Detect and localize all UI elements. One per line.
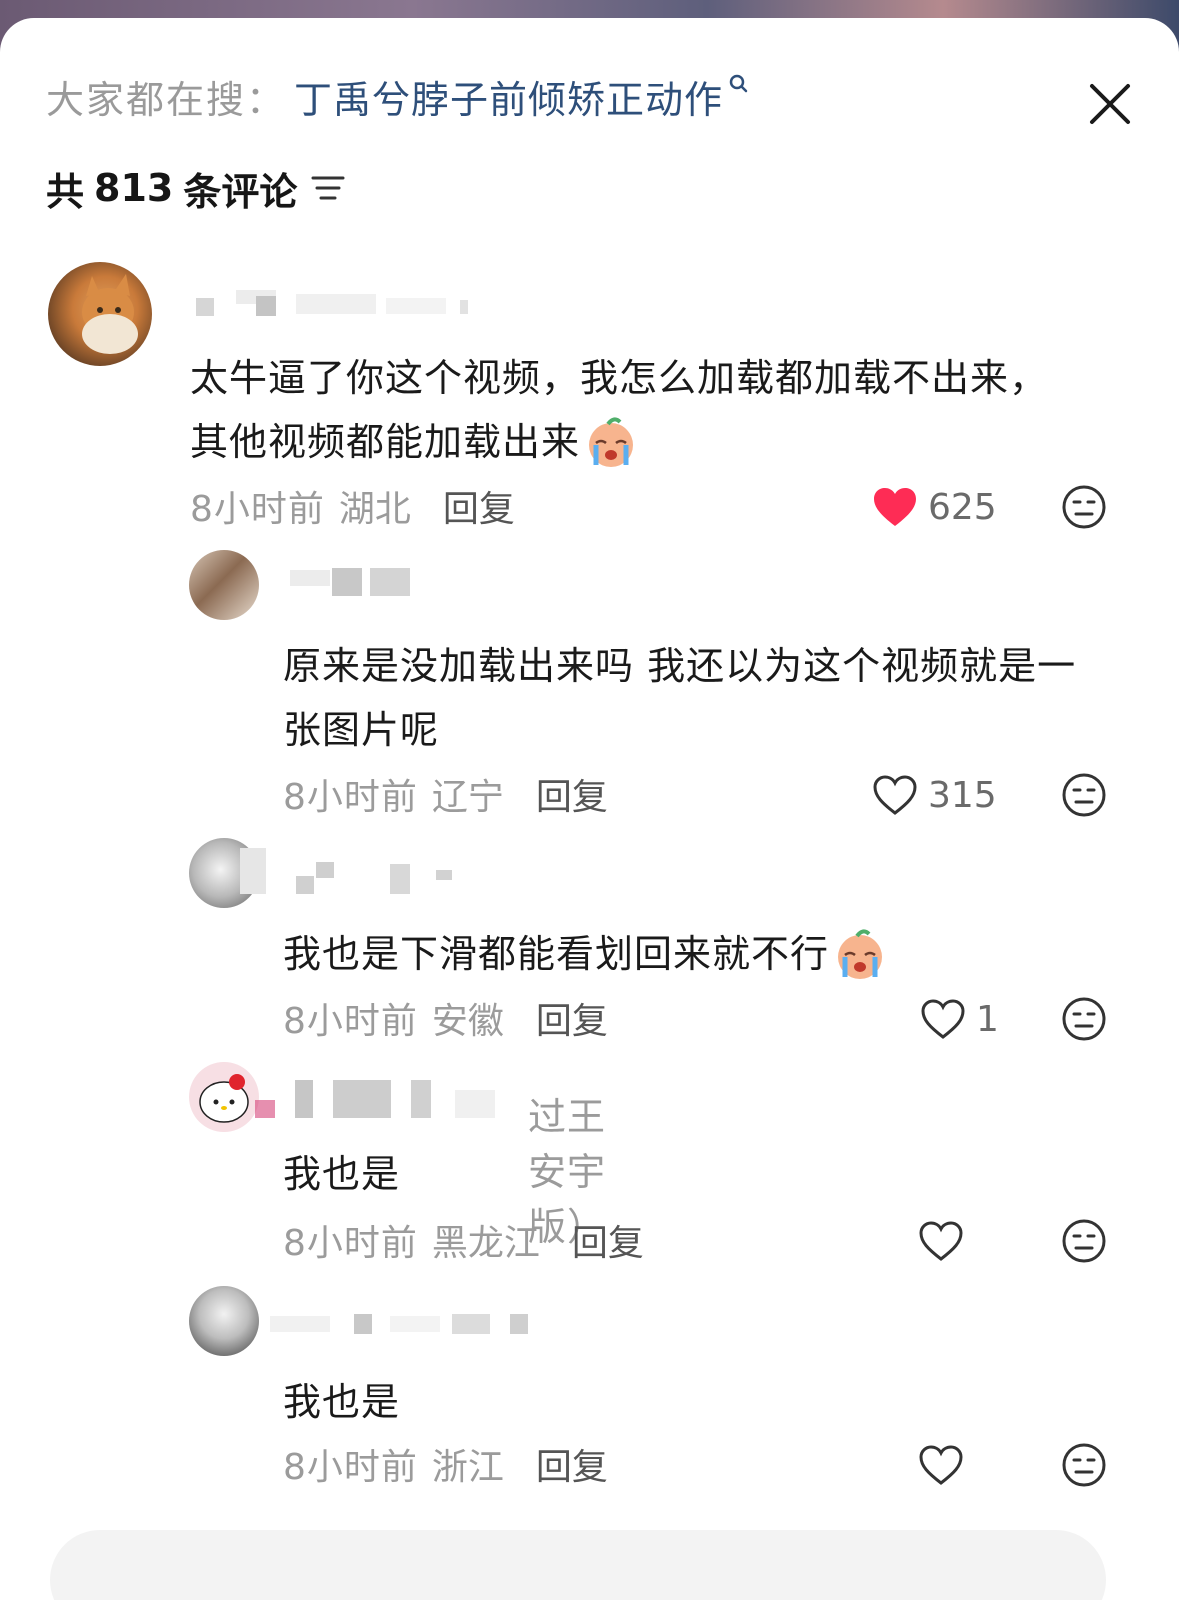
heart-filled-icon (874, 488, 916, 526)
comment-time: 8小时前 (283, 1001, 418, 1042)
dislike-face-icon[interactable] (1061, 772, 1107, 818)
comment-time: 8小时前 (283, 1223, 418, 1264)
username-blurred[interactable] (255, 1080, 515, 1118)
avatar[interactable] (189, 1286, 259, 1356)
crying-face-emoji-icon (589, 417, 634, 467)
comment-location: 黑龙江 (431, 1223, 540, 1264)
comment-text-line: 原来是没加载出来吗 我还以为这个视频就是一 (283, 644, 1077, 688)
search-prefix: 大家都在搜： (46, 77, 287, 122)
comment-location: 安徽 (431, 1001, 504, 1042)
username-blurred[interactable] (290, 568, 420, 602)
avatar[interactable] (48, 262, 152, 366)
username-blurred[interactable] (270, 1314, 540, 1348)
comment-text-line: 我也是 (283, 1380, 401, 1424)
username-blurred[interactable] (240, 848, 460, 894)
comment-sheet: 大家都在搜： 丁禹兮脖子前倾矫正动作 共 813 条评论 太牛逼了你这个视频，我… (0, 18, 1179, 1600)
dislike-face-icon[interactable] (1061, 1218, 1107, 1264)
reply-button[interactable]: 回复 (536, 768, 608, 820)
reply-button[interactable]: 回复 (443, 480, 515, 532)
like-button[interactable]: 315 (872, 772, 997, 818)
close-icon[interactable] (1088, 82, 1132, 126)
comment-count: 共 813 条评论 (46, 160, 345, 216)
username-blurred[interactable] (196, 290, 476, 324)
kitty-avatar-image (199, 1074, 249, 1123)
heart-outline-icon (919, 1221, 963, 1261)
heart-outline-icon (919, 1445, 963, 1485)
reply-button[interactable]: 回复 (536, 1438, 608, 1490)
like-button[interactable] (918, 1442, 964, 1488)
comment-meta: 8小时前 辽宁 回复 (283, 772, 608, 818)
comment-input[interactable] (50, 1530, 1106, 1600)
comment-meta: 8小时前 浙江 回复 (283, 1442, 608, 1488)
sort-icon[interactable] (311, 173, 345, 203)
comment-meta: 8小时前 安徽 回复 (283, 996, 608, 1042)
like-button[interactable]: 1 (920, 996, 999, 1042)
count-number: 813 (94, 166, 174, 210)
comment-text-line: 太牛逼了你这个视频，我怎么加载都加载不出来， (190, 356, 1049, 400)
comment-text-line: 其他视频都能加载出来 (190, 420, 581, 464)
count-prefix: 共 (46, 169, 85, 214)
comment-text-line: 我也是 (283, 1152, 401, 1196)
reply-button[interactable]: 回复 (536, 992, 608, 1044)
comment-meta: 8小时前 湖北 回复 (190, 484, 515, 530)
comment-time: 8小时前 (190, 489, 325, 530)
search-icon (729, 74, 748, 93)
cat-avatar-image (82, 274, 138, 354)
dislike-face-icon[interactable] (1061, 484, 1107, 530)
dislike-face-icon[interactable] (1061, 996, 1107, 1042)
comment-text: 我也是 (283, 1370, 1123, 1434)
dislike-face-icon[interactable] (1061, 1442, 1107, 1488)
comment-text-line: 张图片呢 (283, 708, 440, 752)
avatar[interactable] (189, 550, 259, 620)
heart-outline-icon (921, 999, 965, 1039)
like-count: 1 (976, 998, 999, 1040)
reply-button[interactable]: 回复 (572, 1214, 644, 1266)
like-button[interactable]: 625 (872, 484, 997, 530)
count-suffix: 条评论 (183, 169, 298, 214)
comment-location: 浙江 (431, 1447, 504, 1488)
comment-time: 8小时前 (283, 777, 418, 818)
heart-outline-icon (873, 775, 917, 815)
comment-text-line: 我也是下滑都能看划回来就不行 (283, 932, 830, 976)
comment-text: 我也是下滑都能看划回来就不行 (283, 922, 1123, 986)
comment-location: 湖北 (338, 489, 411, 530)
comment-time: 8小时前 (283, 1447, 418, 1488)
comment-text: 我也是 (283, 1146, 1123, 1202)
like-button[interactable] (918, 1218, 964, 1264)
avatar[interactable] (189, 1062, 259, 1132)
comment-meta: 8小时前 黑龙江 回复 (283, 1218, 644, 1264)
comment-text: 原来是没加载出来吗 我还以为这个视频就是一 张图片呢 (283, 634, 1123, 762)
search-term-link[interactable]: 丁禹兮脖子前倾矫正动作 (294, 69, 723, 124)
crying-face-emoji-icon (838, 929, 883, 979)
search-suggestion[interactable]: 大家都在搜： 丁禹兮脖子前倾矫正动作 (46, 68, 749, 124)
like-count: 315 (928, 774, 997, 816)
comment-text: 太牛逼了你这个视频，我怎么加载都加载不出来， 其他视频都能加载出来 (190, 346, 1090, 474)
like-count: 625 (928, 486, 997, 528)
comment-location: 辽宁 (431, 777, 504, 818)
